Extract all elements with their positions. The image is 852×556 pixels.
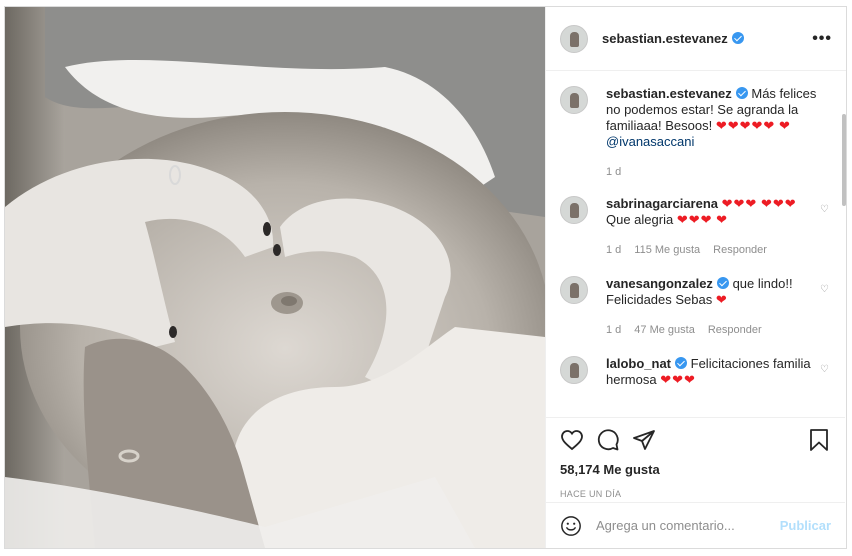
avatar[interactable] xyxy=(560,276,588,304)
heart-emoji: ❤ xyxy=(716,212,729,227)
comment-item: vanesangonzalez que lindo!! Felicidades … xyxy=(560,276,829,338)
comment-username[interactable]: sabrinagarciarena xyxy=(606,196,718,211)
like-comment-heart-icon[interactable]: ♡ xyxy=(820,364,829,375)
verified-badge-icon xyxy=(731,32,744,44)
post-header: sebastian.estevanez ••• xyxy=(546,7,846,71)
hearts-emoji: ❤❤❤ xyxy=(721,196,758,211)
caption: sebastian.estevanez Más felices no podem… xyxy=(560,86,829,180)
comment-username[interactable]: vanesangonzalez xyxy=(606,276,713,291)
caption-username[interactable]: sebastian.estevanez xyxy=(606,86,732,101)
hearts-emoji: ❤❤❤ xyxy=(676,212,713,227)
reply-button[interactable]: Responder xyxy=(708,322,762,338)
like-comment-heart-icon[interactable]: ♡ xyxy=(820,284,829,295)
reply-button[interactable]: Responder xyxy=(713,242,767,258)
comment-time: 1 d xyxy=(606,244,622,256)
verified-badge-icon xyxy=(675,357,688,369)
comment-bubble-icon[interactable] xyxy=(596,428,620,452)
like-comment-heart-icon[interactable]: ♡ xyxy=(820,204,829,215)
instagram-post: sebastian.estevanez ••• sebastian.esteva… xyxy=(4,6,847,549)
caption-meta: 1 d xyxy=(606,164,818,180)
comment-text: Que alegria xyxy=(606,212,674,227)
comments-scrollbar[interactable] xyxy=(841,72,846,415)
avatar[interactable] xyxy=(560,86,588,114)
verified-badge-icon xyxy=(735,87,748,99)
comment-input[interactable] xyxy=(596,518,776,533)
more-options-icon[interactable]: ••• xyxy=(812,30,832,48)
verified-badge-icon xyxy=(716,277,729,289)
photo-illustration xyxy=(5,7,545,548)
hearts-emoji: ❤❤❤ xyxy=(660,372,696,387)
comment-likes[interactable]: 115 Me gusta xyxy=(634,242,700,258)
heart-emoji: ❤ xyxy=(715,292,728,307)
post-actions: 58,174 Me gusta HACE UN DÍA xyxy=(546,417,845,499)
comment-meta: 1 d 47 Me gusta Responder xyxy=(606,322,818,338)
comment-item: lalobo_nat Felicitaciones familia hermos… xyxy=(560,356,829,388)
avatar[interactable] xyxy=(560,24,588,53)
caption-time: 1 d xyxy=(606,166,622,178)
like-heart-icon[interactable] xyxy=(560,428,584,452)
avatar[interactable] xyxy=(560,356,588,384)
hearts-emoji: ❤❤❤ xyxy=(760,196,797,211)
comment-meta: 1 d 115 Me gusta Responder xyxy=(606,242,818,258)
mention-link[interactable]: @ivanasaccani xyxy=(606,134,694,149)
heart-emoji: ❤ xyxy=(778,118,791,133)
header-username[interactable]: sebastian.estevanez xyxy=(602,31,744,46)
post-timestamp: HACE UN DÍA xyxy=(560,489,622,499)
avatar[interactable] xyxy=(560,196,588,224)
comment-time: 1 d xyxy=(606,324,622,336)
comment-username[interactable]: lalobo_nat xyxy=(606,356,671,371)
likes-count[interactable]: 58,174 Me gusta xyxy=(560,462,831,477)
post-side-panel: sebastian.estevanez ••• sebastian.esteva… xyxy=(545,7,846,548)
add-comment-bar: Publicar xyxy=(546,502,845,548)
share-paper-plane-icon[interactable] xyxy=(632,428,656,452)
comments-list[interactable]: sebastian.estevanez Más felices no podem… xyxy=(546,72,845,415)
scrollbar-thumb[interactable] xyxy=(842,114,846,206)
save-bookmark-icon[interactable] xyxy=(807,428,831,452)
publish-button[interactable]: Publicar xyxy=(780,518,831,533)
comment-item: sabrinagarciarena ❤❤❤ ❤❤❤Que alegria ❤❤❤… xyxy=(560,196,829,258)
hearts-emoji: ❤❤❤❤❤ xyxy=(715,118,776,133)
emoji-smiley-icon[interactable] xyxy=(560,515,582,537)
post-photo[interactable] xyxy=(5,7,545,548)
comment-likes[interactable]: 47 Me gusta xyxy=(634,322,695,338)
action-icons xyxy=(560,428,831,452)
